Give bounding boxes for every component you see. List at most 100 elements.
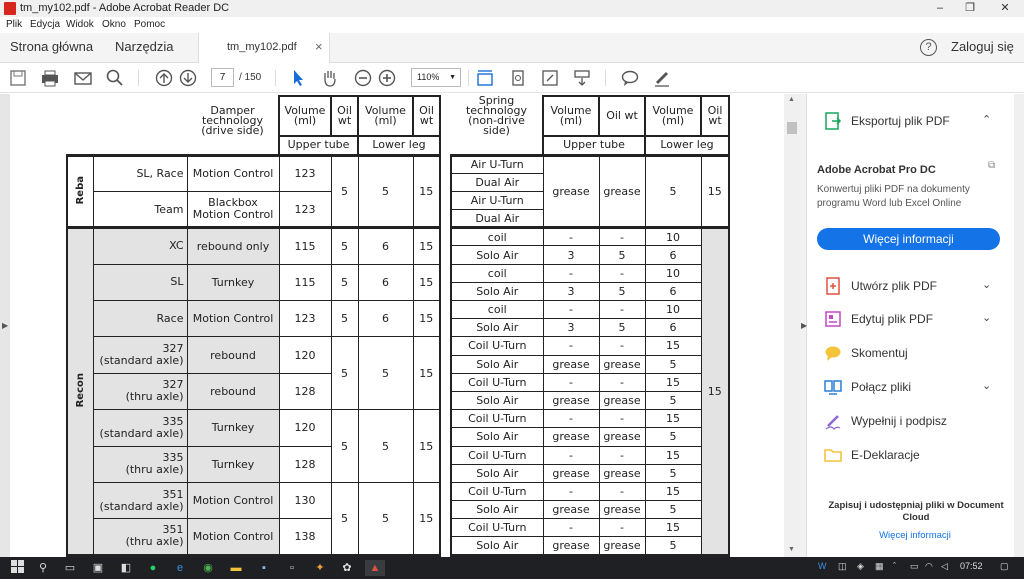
windows-start-icon[interactable]	[10, 560, 26, 576]
app-icon[interactable]: ▫	[284, 560, 300, 576]
spring-lower-volume-cell: 5	[644, 354, 702, 374]
scroll-mode-icon[interactable]	[572, 68, 592, 88]
app-icon[interactable]: ▣	[90, 560, 106, 576]
taskbar-search-icon[interactable]: ⚲	[35, 560, 51, 576]
wifi-icon[interactable]: ◠	[925, 561, 933, 572]
model-cell: SL, Race	[92, 153, 188, 192]
damper-cell: Motion Control	[186, 481, 280, 520]
document-cloud-link[interactable]: Więcej informacji	[820, 530, 1010, 541]
search-icon[interactable]	[105, 68, 125, 88]
app-icon[interactable]: ✿	[339, 560, 355, 576]
upper-tube-header: Upper tube	[278, 135, 359, 156]
chevron-up-icon[interactable]: ⌃	[982, 113, 991, 126]
next-page-icon[interactable]	[178, 68, 198, 88]
select-cursor-icon[interactable]	[288, 68, 308, 88]
spring-lower-volume-cell: 5	[644, 463, 702, 483]
document-tab[interactable]: tm_my102.pdf ×	[198, 33, 330, 63]
spring-volume-cell: -	[542, 263, 600, 283]
spring-cell: Dual Air	[450, 172, 544, 192]
maximize-button[interactable]: ❐	[955, 0, 985, 17]
acrobat-taskbar-icon[interactable]: ▲	[365, 560, 385, 576]
whatsapp-icon[interactable]: ●	[145, 560, 161, 576]
hand-tool-icon[interactable]	[320, 68, 340, 88]
rotate-icon[interactable]	[508, 68, 528, 88]
close-tab-icon[interactable]: ×	[315, 39, 323, 54]
damper-cell: rebound only	[186, 226, 280, 265]
zoom-in-icon[interactable]	[377, 68, 397, 88]
upper-volume-cell: 138	[278, 518, 332, 556]
chevron-down-icon[interactable]: ⌄	[982, 278, 991, 291]
spring-cell: Solo Air	[450, 463, 544, 483]
app-icon[interactable]: ◧	[118, 560, 134, 576]
document-scrollbar[interactable]: ▲ ▼	[784, 94, 800, 557]
chrome-icon[interactable]: ◉	[200, 560, 216, 576]
nav-bar: Strona główna Narzędzia tm_my102.pdf × ?…	[0, 33, 1024, 63]
upper-volume-cell: 120	[278, 336, 332, 374]
scrollbar-thumb[interactable]	[787, 122, 797, 134]
minimize-button[interactable]: ‒	[925, 0, 955, 17]
file-explorer-icon[interactable]: ▬	[228, 560, 244, 576]
network-icon[interactable]: ▦	[875, 561, 884, 572]
spring-cell: Solo Air	[450, 354, 544, 374]
home-tab[interactable]: Strona główna	[10, 39, 93, 54]
menu-edit[interactable]: Edycja	[30, 17, 60, 33]
menu-view[interactable]: Widok	[66, 17, 94, 33]
left-panel-toggle[interactable]: ▶	[0, 94, 10, 557]
spring-lower-volume-cell: 15	[644, 336, 702, 356]
tools-pane-scrollbar[interactable]	[1014, 94, 1024, 557]
tools-tab[interactable]: Narzędzia	[115, 39, 174, 54]
spring-cell: Coil U-Turn	[450, 409, 544, 429]
chevron-down-icon[interactable]: ⌄	[982, 311, 991, 324]
page-number-input[interactable]: 7	[211, 68, 234, 87]
spring-cell: Coil U-Turn	[450, 445, 544, 465]
full-screen-icon[interactable]	[540, 68, 560, 88]
previous-page-icon[interactable]	[154, 68, 174, 88]
comment-icon[interactable]	[620, 68, 640, 88]
recon-label-text: Recon	[74, 372, 86, 408]
zoom-select[interactable]: 110% ▼	[411, 68, 461, 87]
lower-volume-cell: 6	[357, 263, 414, 302]
menu-window[interactable]: Okno	[102, 17, 126, 33]
menu-file[interactable]: Plik	[6, 17, 22, 33]
tray-app-icon[interactable]: ◫	[838, 561, 847, 572]
lower-leg-header: Lower leg	[644, 135, 730, 156]
volume-icon[interactable]: ◁	[941, 561, 948, 572]
chevron-down-icon[interactable]: ⌄	[982, 379, 991, 392]
tray-app-icon[interactable]: W	[818, 561, 827, 571]
fit-width-icon[interactable]	[475, 68, 495, 88]
scroll-up-icon[interactable]: ▲	[788, 96, 795, 103]
task-view-icon[interactable]: ▭	[62, 560, 78, 576]
edge-icon[interactable]: e	[172, 560, 188, 576]
pro-title: Adobe Acrobat Pro DC	[817, 164, 936, 176]
spring-lower-volume-cell: 10	[644, 226, 702, 247]
app-icon[interactable]: ▪	[256, 560, 272, 576]
damper-header: Damper technology (drive side)	[201, 104, 264, 136]
spring-oilwt-cell: -	[598, 445, 646, 465]
battery-icon[interactable]: ▭	[910, 561, 919, 572]
spring-oilwt-cell: grease	[598, 427, 646, 447]
lower-oilwt-cell: 15	[412, 409, 441, 483]
damper-cell: rebound	[186, 372, 280, 411]
help-icon[interactable]: ?	[920, 39, 937, 56]
scroll-down-icon[interactable]: ▼	[788, 546, 795, 553]
table-row: SL Turnkey 115 5 6 15 coil - -10	[67, 263, 729, 302]
gap-cell	[440, 136, 451, 155]
save-icon[interactable]	[8, 68, 28, 88]
email-icon[interactable]	[73, 68, 93, 88]
zoom-out-icon[interactable]	[353, 68, 373, 88]
more-info-button[interactable]: Więcej informacji	[817, 228, 1000, 250]
model-cell: 335 (thru axle)	[92, 445, 188, 483]
login-link[interactable]: Zaloguj się	[951, 39, 1014, 54]
app-icon[interactable]: ✦	[312, 560, 328, 576]
print-icon[interactable]	[40, 68, 60, 88]
tools-pane-collapse[interactable]: ▶	[800, 94, 807, 557]
spring-oilwt-cell: grease	[598, 153, 646, 229]
tray-chevron-icon[interactable]: ˆ	[893, 561, 896, 571]
tray-app-icon[interactable]: ◈	[857, 561, 864, 572]
notifications-icon[interactable]: ▢	[1000, 561, 1009, 572]
menu-help[interactable]: Pomoc	[134, 17, 165, 33]
close-window-button[interactable]: ✕	[990, 0, 1020, 17]
highlight-pen-icon[interactable]	[652, 68, 672, 88]
lower-oilwt-cell: 15	[412, 263, 441, 302]
pro-description: Konwertuj pliki PDF na dokumenty program…	[817, 184, 970, 209]
